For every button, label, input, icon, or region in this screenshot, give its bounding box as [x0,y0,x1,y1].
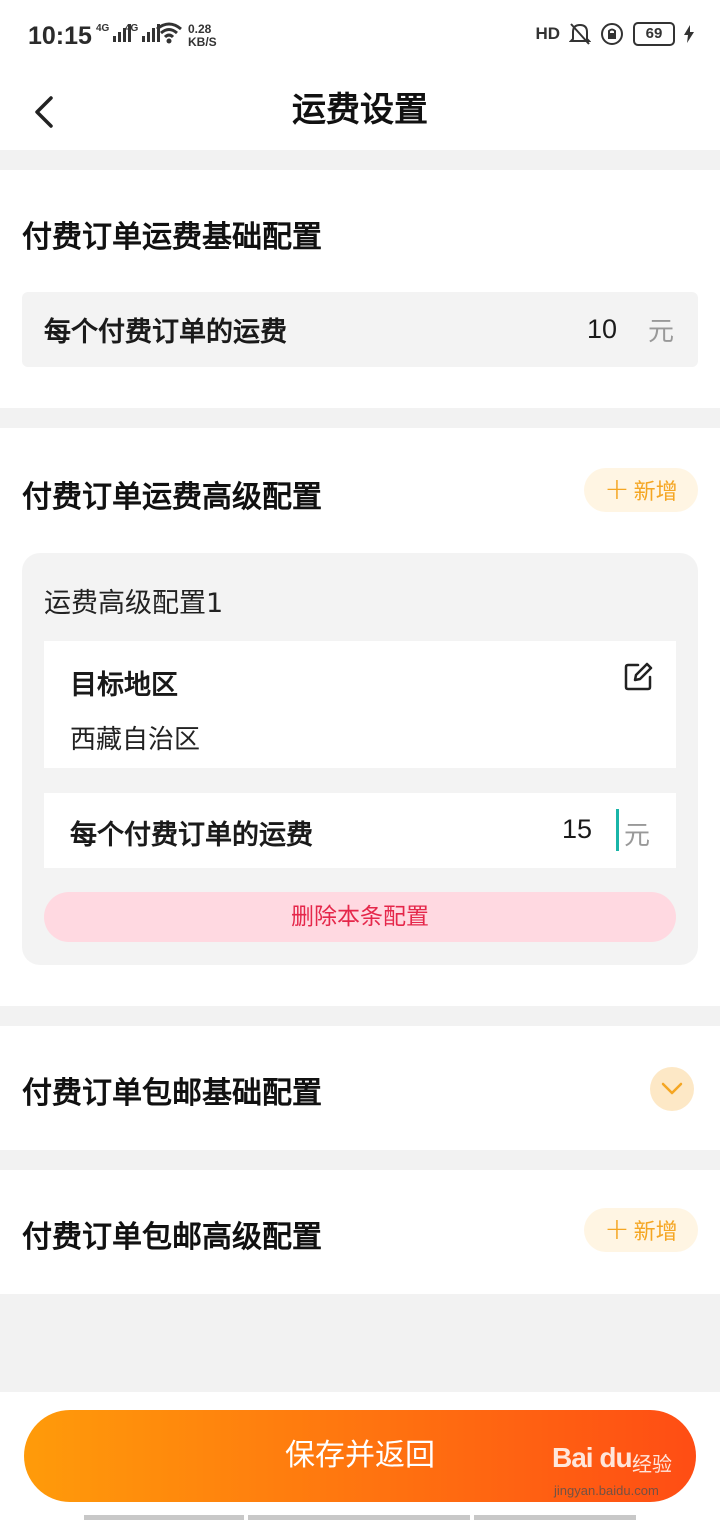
region-label: 目标地区 [70,670,178,701]
add-label: 新增 [633,1220,678,1245]
battery-icon: 69 [633,22,675,46]
free-shipping-advanced-section: 付费订单包邮高级配置 + 新增 [0,1170,720,1294]
advanced-config-section: 付费订单运费高级配置 + 新增 运费高级配置1 目标地区 西藏自治区 每个付费订… [0,428,720,1006]
edit-icon[interactable] [622,661,654,693]
basic-fee-input[interactable]: 10 [587,314,617,345]
add-free-shipping-config-button[interactable]: + 新增 [584,1208,698,1252]
nav-indicator [248,1515,470,1520]
advanced-fee-input[interactable]: 15 [562,814,592,845]
network-type-label: 4G [96,23,110,34]
advanced-config-item: 运费高级配置1 目标地区 西藏自治区 每个付费订单的运费 15 元 删除本条配置 [22,553,698,965]
charging-icon [684,25,694,43]
section-title: 付费订单运费高级配置 [22,480,322,515]
chevron-down-icon [661,1082,683,1095]
fee-label: 每个付费订单的运费 [70,820,313,851]
baidu-logo: Bai du [552,1442,633,1473]
wifi-icon [156,22,182,44]
basic-fee-row[interactable]: 每个付费订单的运费 10 元 [22,292,698,367]
network-speed: 0.28 KB/S [188,23,217,49]
page-title: 运费设置 [292,90,428,130]
add-label: 新增 [633,480,678,505]
watermark-url: jingyan.baidu.com [554,1483,659,1498]
network-type-label: 4G [125,23,139,34]
nav-bar: 运费设置 [0,72,720,150]
fee-unit: 元 [624,821,651,851]
hd-icon: HD [535,24,560,43]
add-advanced-config-button[interactable]: + 新增 [584,468,698,512]
section-title: 付费订单包邮基础配置 [22,1076,322,1111]
bell-muted-icon [569,23,591,45]
text-cursor [616,809,619,851]
free-shipping-basic-section[interactable]: 付费订单包邮基础配置 [0,1026,720,1150]
expand-button[interactable] [650,1067,694,1111]
status-time: 10:15 [28,22,92,50]
plus-icon: + [604,472,630,507]
rotation-lock-icon [601,23,623,45]
config-item-name: 运费高级配置1 [44,588,224,619]
section-title: 付费订单运费基础配置 [22,220,322,255]
advanced-fee-row[interactable]: 每个付费订单的运费 15 元 [44,793,676,868]
basic-config-section: 付费订单运费基础配置 每个付费订单的运费 10 元 [0,170,720,408]
target-region-field[interactable]: 目标地区 西藏自治区 [44,641,676,768]
region-value: 西藏自治区 [70,725,201,755]
baidu-watermark: Bai du 经验 jingyan.baidu.com [548,1440,688,1500]
speed-unit: KB/S [188,35,217,49]
fee-unit: 元 [648,317,675,347]
nav-indicator [84,1515,244,1520]
watermark-text: 经验 [632,1452,672,1476]
nav-indicator [474,1515,636,1520]
status-bar: 10:15 4G 4G 0.28 KB/S HD 69 [0,0,720,72]
status-icons: HD 69 [535,22,694,46]
delete-config-button[interactable]: 删除本条配置 [44,892,676,942]
fee-label: 每个付费订单的运费 [44,317,287,348]
section-title: 付费订单包邮高级配置 [22,1220,322,1255]
plus-icon: + [604,1212,630,1247]
